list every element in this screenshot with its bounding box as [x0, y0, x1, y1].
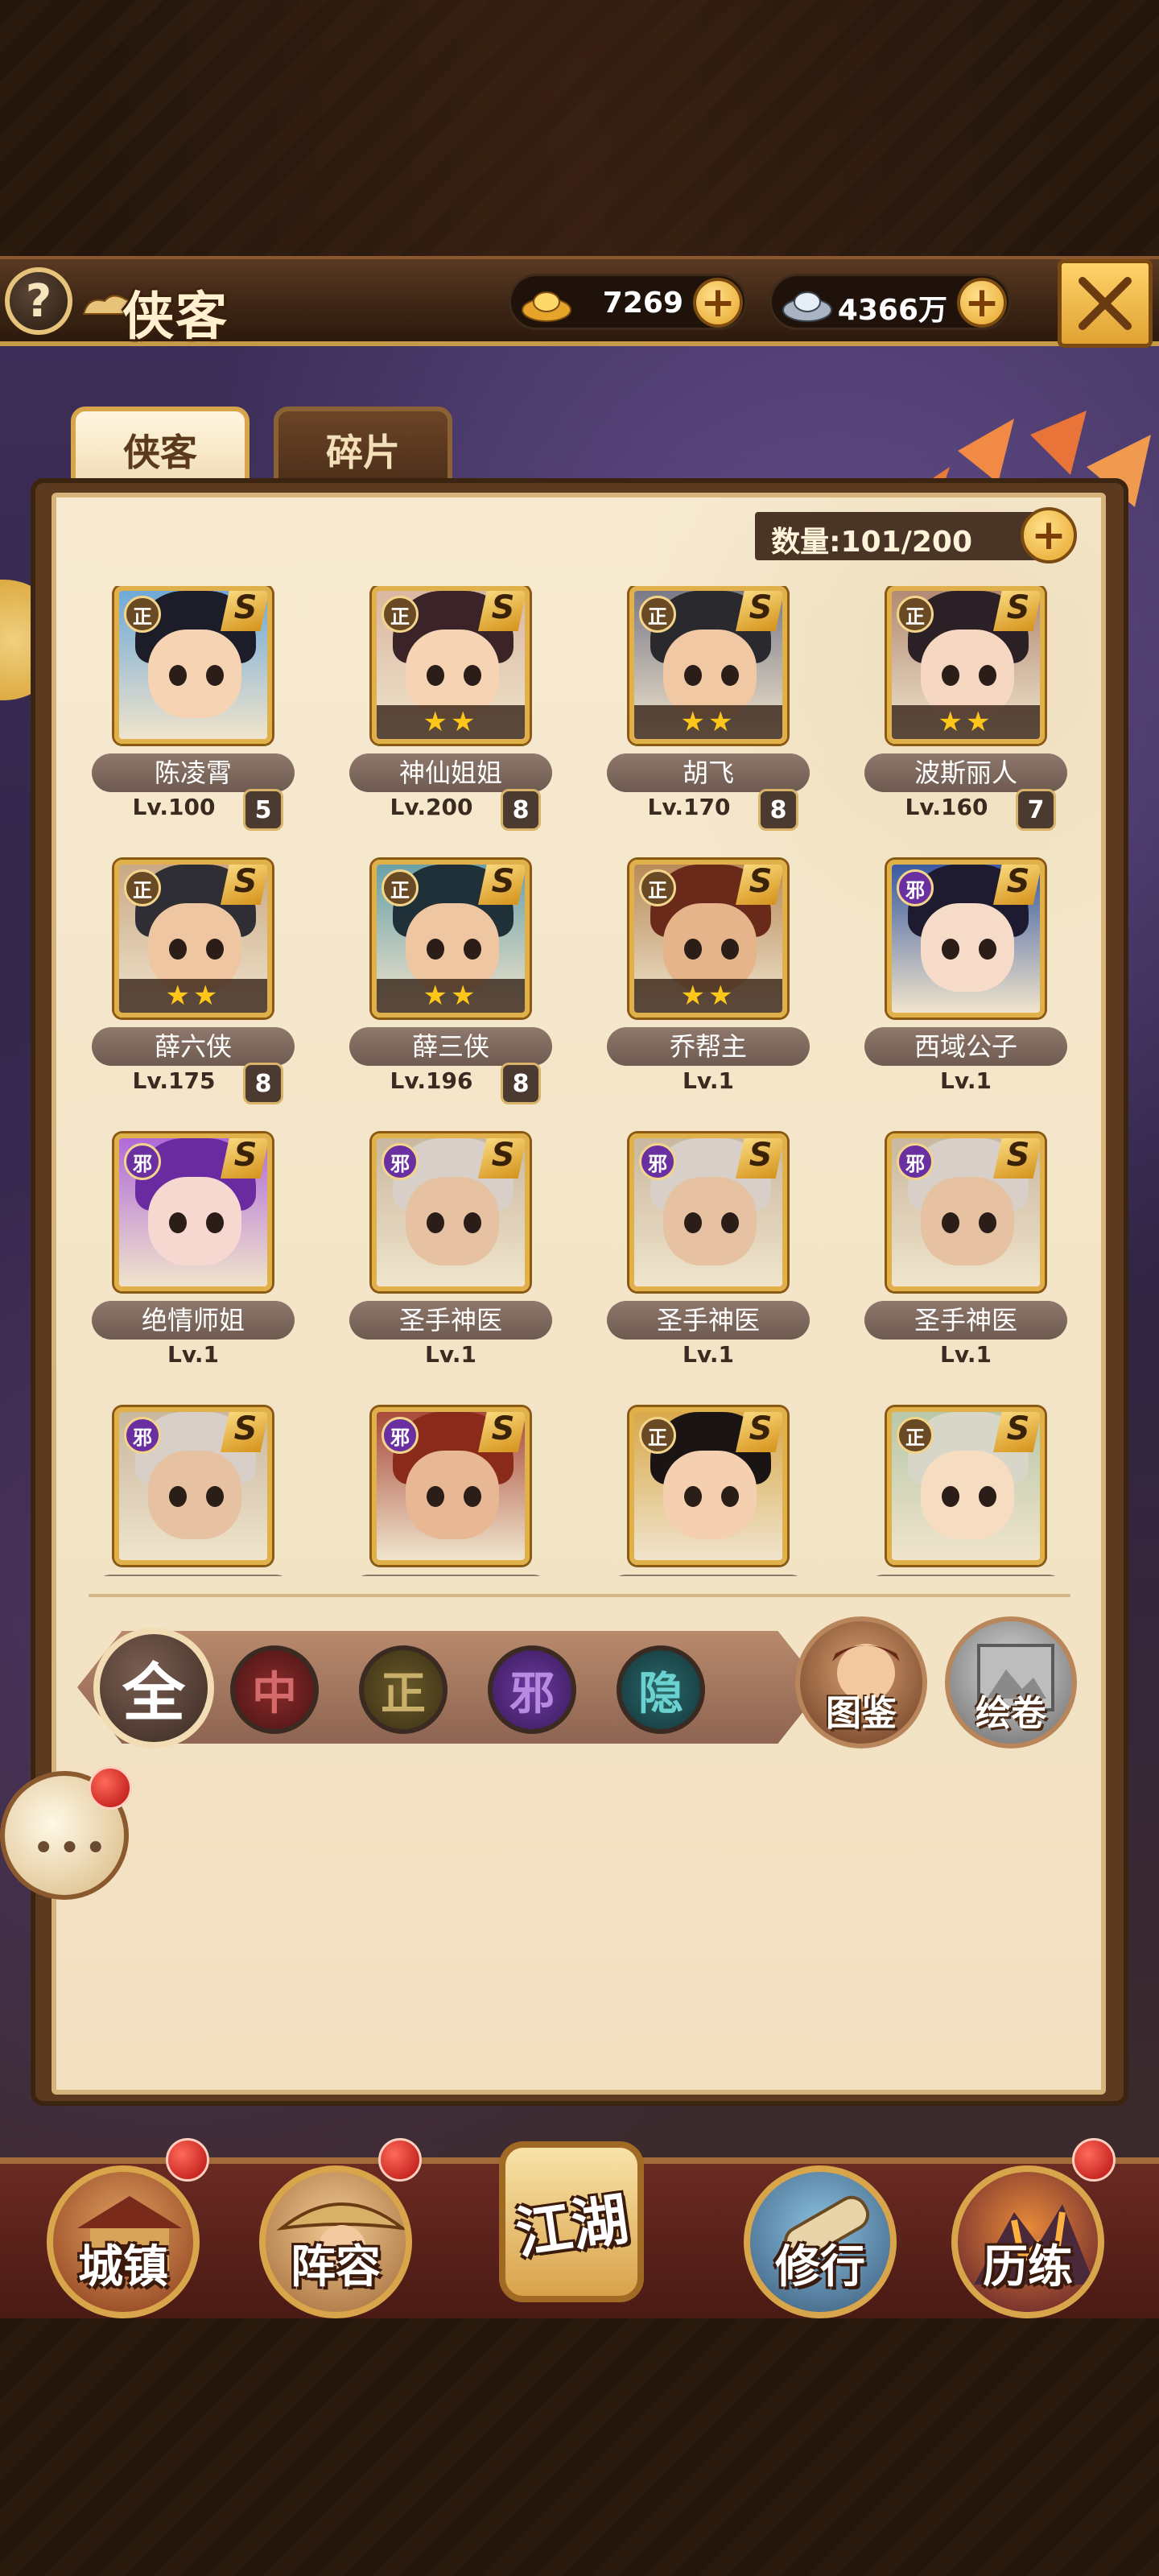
help-button[interactable]: ?: [5, 267, 72, 335]
nav-cultivation[interactable]: 修行: [744, 2165, 897, 2318]
nav-cultivation-label: 修行: [775, 2240, 865, 2293]
nav-town[interactable]: 城镇: [47, 2165, 200, 2318]
game-screen: ? 侠客 7269 + 4366万 + 侠客 碎片 数量:101/200 + 正…: [0, 0, 1159, 2576]
picture-scroll-button[interactable]: 绘卷: [945, 1616, 1077, 1748]
gold-ingot-icon: [522, 291, 571, 322]
nav-training[interactable]: 历练: [951, 2165, 1104, 2318]
bottom-background: [0, 2318, 1159, 2576]
nav-town-label: 城镇: [78, 2240, 168, 2293]
gold-amount: 7269: [602, 287, 683, 320]
top-bar: ? 侠客 7269 + 4366万 +: [0, 256, 1159, 348]
silver-currency: 4366万 +: [769, 274, 1011, 330]
add-gold-button[interactable]: +: [693, 278, 743, 328]
filter-hidden-button[interactable]: 隐: [617, 1645, 705, 1734]
codex-label: 图鉴: [826, 1693, 897, 1734]
filter-all-button[interactable]: 全: [93, 1628, 214, 1748]
close-button[interactable]: [1058, 259, 1153, 348]
chat-bubble-icon: •••: [32, 1826, 110, 1871]
filter-evil-button[interactable]: 邪: [488, 1645, 576, 1734]
filter-neutral-button[interactable]: 中: [230, 1645, 319, 1734]
nav-lineup[interactable]: 阵容: [259, 2165, 412, 2318]
tab-heroes[interactable]: 侠客: [71, 407, 250, 493]
nav-training-label: 历练: [983, 2240, 1073, 2293]
chat-notification-dot: [89, 1766, 132, 1810]
nav-lineup-label: 阵容: [291, 2240, 381, 2293]
filter-righteous-button[interactable]: 正: [359, 1645, 448, 1734]
silver-amount: 4366万: [837, 294, 947, 327]
page-title: 侠客: [122, 287, 229, 347]
nav-town-notification-dot: [166, 2138, 209, 2182]
gold-currency: 7269 +: [509, 274, 747, 330]
add-silver-button[interactable]: +: [957, 278, 1007, 328]
nav-lineup-notification-dot: [378, 2138, 422, 2182]
picture-scroll-label: 绘卷: [975, 1693, 1046, 1734]
tab-fragments[interactable]: 碎片: [274, 407, 452, 493]
codex-button[interactable]: 图鉴: [795, 1616, 927, 1748]
crossed-swords-close-icon: [1079, 277, 1132, 330]
nav-jianghu[interactable]: 江湖: [475, 2125, 668, 2318]
silver-ingot-icon: [782, 291, 832, 322]
nav-training-notification-dot: [1072, 2138, 1116, 2182]
filter-layer: 全 中 正 邪 隐 图鉴 绘卷: [52, 493, 1106, 2095]
